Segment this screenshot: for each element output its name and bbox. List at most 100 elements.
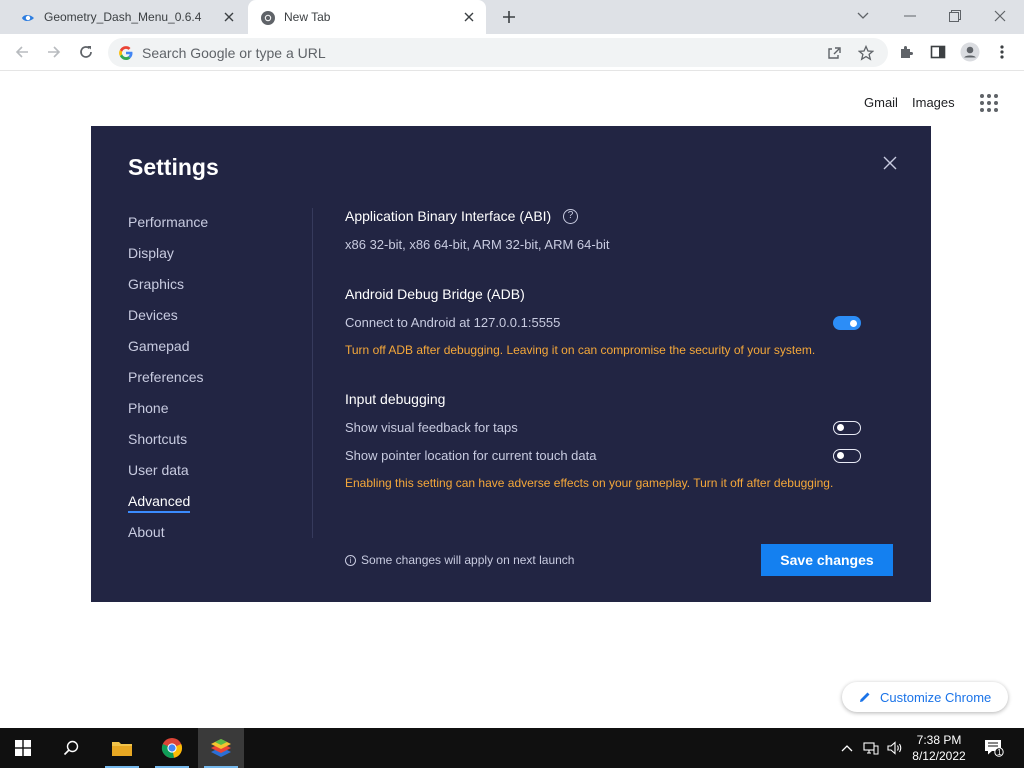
customize-chrome-label: Customize Chrome	[880, 689, 992, 705]
nav-display[interactable]: Display	[128, 245, 174, 261]
nav-gamepad[interactable]: Gamepad	[128, 338, 189, 354]
plus-icon	[503, 11, 515, 23]
arrow-left-icon	[15, 46, 28, 58]
sidebar-divider	[312, 208, 313, 538]
bluestacks-favicon-icon	[22, 15, 34, 21]
tab-new-tab[interactable]: New Tab	[248, 0, 486, 34]
restart-note: i Some changes will apply on next launch	[345, 553, 574, 567]
abi-title: Application Binary Interface (ABI)	[345, 208, 552, 224]
toggle-knob	[850, 319, 857, 327]
close-icon	[883, 156, 897, 170]
nav-shortcuts[interactable]: Shortcuts	[128, 431, 187, 447]
restart-note-text: Some changes will apply on next launch	[361, 553, 575, 567]
adb-toggle[interactable]	[833, 316, 861, 330]
reload-icon	[80, 46, 92, 58]
taskbar-clock[interactable]: 7:38 PM 8/12/2022	[906, 732, 972, 764]
network-button[interactable]	[860, 728, 882, 768]
profile-button[interactable]	[958, 40, 982, 64]
nav-phone[interactable]: Phone	[128, 400, 168, 416]
gmail-link[interactable]: Gmail	[864, 95, 898, 110]
bookmark-button[interactable]	[856, 43, 876, 63]
clock-date: 8/12/2022	[912, 749, 966, 763]
images-link[interactable]: Images	[912, 95, 955, 110]
show-hidden-icons-button[interactable]	[838, 728, 856, 768]
abi-value: x86 32-bit, x86 64-bit, ARM 32-bit, ARM …	[345, 237, 610, 252]
nav-graphics[interactable]: Graphics	[128, 276, 184, 292]
minimize-button[interactable]	[896, 4, 924, 28]
input-debugging-title: Input debugging	[345, 391, 446, 407]
nav-advanced[interactable]: Advanced	[128, 493, 191, 513]
close-icon	[994, 10, 1006, 22]
side-panel-button[interactable]	[926, 40, 950, 64]
minimize-icon	[904, 15, 916, 17]
tab-strip: Geometry_Dash_Menu_0.6.4 New Tab	[0, 0, 1024, 34]
save-changes-button[interactable]: Save changes	[761, 544, 893, 576]
network-icon	[863, 742, 879, 755]
chrome-taskbar-button[interactable]	[149, 728, 195, 768]
side-panel-icon	[930, 45, 946, 59]
toggle-knob	[837, 424, 844, 431]
notification-count: 1	[997, 748, 1002, 757]
extensions-button[interactable]	[894, 40, 918, 64]
star-icon	[858, 45, 874, 61]
forward-button[interactable]	[42, 40, 66, 64]
adb-title: Android Debug Bridge (ADB)	[345, 286, 525, 302]
help-icon[interactable]: ?	[563, 209, 578, 224]
share-icon	[828, 47, 841, 59]
windows-taskbar: 7:38 PM 8/12/2022 1	[0, 728, 1024, 768]
restore-button[interactable]	[941, 4, 969, 28]
search-icon	[63, 740, 79, 756]
bluestacks-icon	[211, 739, 231, 757]
pointer-location-label: Show pointer location for current touch …	[345, 448, 597, 463]
new-tab-button[interactable]	[498, 6, 520, 28]
file-explorer-button[interactable]	[99, 728, 145, 768]
clock-time: 7:38 PM	[916, 733, 962, 747]
speaker-icon	[887, 741, 902, 755]
close-tab-icon[interactable]	[220, 8, 238, 26]
close-tab-icon[interactable]	[460, 8, 478, 26]
browser-toolbar: Search Google or type a URL	[0, 34, 1024, 71]
nav-user-data[interactable]: User data	[128, 462, 189, 478]
chrome-icon	[261, 11, 275, 25]
back-button[interactable]	[10, 40, 34, 64]
settings-dialog: Settings Performance Display Graphics De…	[91, 126, 931, 602]
visual-feedback-toggle[interactable]	[833, 421, 861, 435]
chevron-up-icon	[841, 745, 853, 752]
avatar-icon	[960, 42, 980, 62]
nav-performance[interactable]: Performance	[128, 214, 208, 230]
customize-chrome-button[interactable]: Customize Chrome	[842, 682, 1008, 712]
close-dialog-button[interactable]	[883, 156, 903, 176]
address-bar-placeholder: Search Google or type a URL	[142, 45, 326, 61]
address-bar[interactable]: Search Google or type a URL	[108, 38, 888, 67]
share-button[interactable]	[824, 43, 844, 63]
nav-devices[interactable]: Devices	[128, 307, 178, 323]
volume-button[interactable]	[884, 728, 906, 768]
menu-button[interactable]	[990, 40, 1014, 64]
action-center-button[interactable]: 1	[980, 728, 1008, 768]
kebab-menu-icon	[1000, 45, 1004, 59]
start-button[interactable]	[0, 728, 46, 768]
adb-label: Connect to Android at 127.0.0.1:5555	[345, 315, 561, 330]
puzzle-icon	[901, 46, 913, 58]
search-button[interactable]	[48, 728, 94, 768]
arrow-right-icon	[48, 46, 61, 58]
pencil-icon	[860, 692, 870, 702]
pointer-location-toggle[interactable]	[833, 449, 861, 463]
info-icon: i	[345, 554, 356, 566]
close-window-button[interactable]	[986, 4, 1014, 28]
restore-icon	[949, 10, 961, 22]
folder-icon	[112, 742, 132, 756]
chrome-icon	[161, 738, 183, 759]
tab-geometry-dash[interactable]: Geometry_Dash_Menu_0.6.4	[8, 0, 246, 34]
input-debugging-warning: Enabling this setting can have adverse e…	[345, 476, 834, 490]
google-apps-icon[interactable]	[980, 94, 1000, 114]
tab-search-button[interactable]	[849, 4, 877, 28]
dialog-title: Settings	[128, 154, 219, 180]
reload-button[interactable]	[74, 40, 98, 64]
bluestacks-taskbar-button[interactable]	[198, 728, 244, 768]
tab-title: Geometry_Dash_Menu_0.6.4	[44, 10, 202, 24]
nav-preferences[interactable]: Preferences	[128, 369, 203, 385]
nav-about[interactable]: About	[128, 524, 165, 540]
tab-title: New Tab	[284, 10, 331, 24]
chevron-down-icon	[857, 12, 869, 19]
